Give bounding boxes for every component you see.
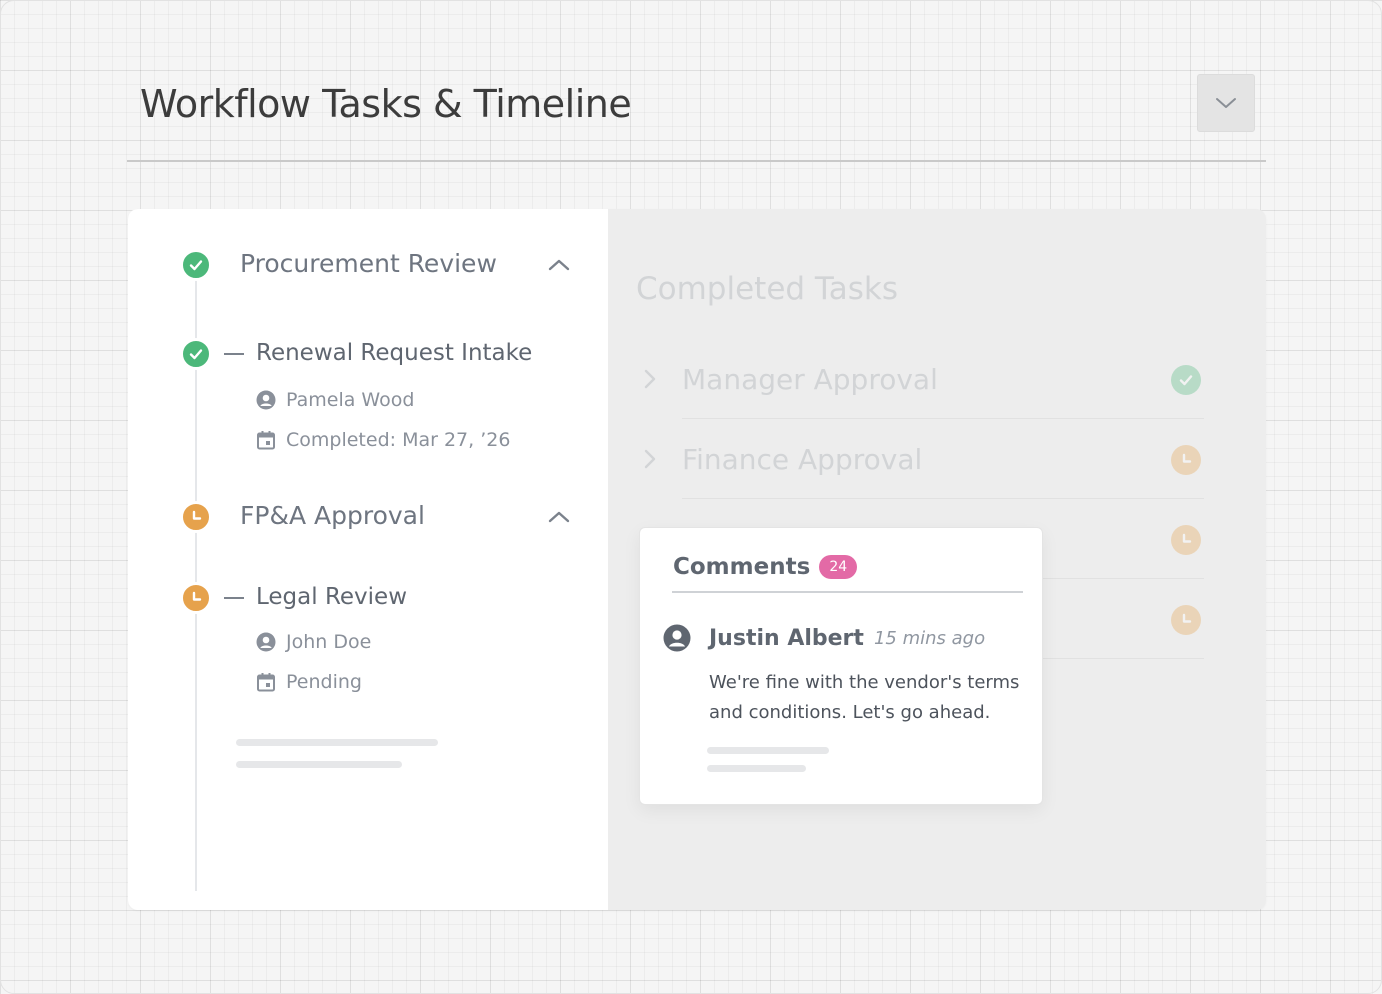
comment-timestamp: 15 mins ago (873, 627, 986, 649)
completed-tasks-title: Completed Tasks (636, 271, 898, 307)
user-icon (256, 390, 276, 410)
comment-author[interactable]: Justin Albert (709, 626, 864, 651)
pending-status-icon (1171, 525, 1201, 555)
comments-header: Comments 24 (673, 554, 858, 580)
collapse-group-button[interactable] (546, 256, 572, 274)
completed-task-label: Finance Approval (682, 443, 923, 476)
loading-placeholder (236, 739, 438, 746)
completed-status-icon (1171, 365, 1201, 395)
chevron-down-icon (1215, 96, 1237, 110)
date-text: Completed: Mar 27, ’26 (286, 429, 511, 451)
timeline-panel: Procurement Review Renewal Request Intak… (128, 209, 608, 910)
comments-count-badge: 24 (819, 555, 858, 579)
task-title-renewal-request-intake[interactable]: Renewal Request Intake (256, 340, 532, 366)
comments-divider (672, 591, 1023, 593)
completed-task-row[interactable]: Finance Approval (636, 419, 1204, 499)
chevron-up-icon (547, 510, 571, 524)
pending-status-icon (1171, 605, 1201, 635)
page-title: Workflow Tasks & Timeline (140, 82, 632, 126)
loading-placeholder (236, 761, 402, 768)
task-assignee: John Doe (256, 631, 371, 653)
completed-tasks-panel: Completed Tasks Manager Approval Finance… (608, 209, 1266, 910)
completed-status-icon (180, 338, 212, 370)
comment-body: We're fine with the vendor's terms and c… (709, 672, 1020, 723)
task-connector (224, 597, 244, 599)
assignee-name: Pamela Wood (286, 389, 415, 411)
collapse-group-button[interactable] (546, 508, 572, 526)
loading-placeholder (707, 765, 806, 772)
comments-title: Comments (673, 554, 811, 580)
completed-task-label: Manager Approval (682, 363, 938, 396)
completed-status-icon (180, 249, 212, 281)
task-date: Completed: Mar 27, ’26 (256, 429, 510, 451)
pending-status-icon (1171, 445, 1201, 475)
comment-author-row: Justin Albert 15 mins ago (663, 624, 985, 652)
comments-card: Comments 24 Justin Albert 15 mins ago We… (639, 527, 1043, 805)
assignee-name: John Doe (286, 631, 372, 653)
user-icon (256, 632, 276, 652)
date-text: Pending (286, 671, 362, 693)
task-title-legal-review[interactable]: Legal Review (256, 584, 407, 610)
chevron-up-icon (547, 258, 571, 272)
loading-placeholder (707, 747, 829, 754)
completed-task-row[interactable]: Manager Approval (636, 339, 1204, 419)
group-title-fpa-approval[interactable]: FP&A Approval (240, 501, 425, 530)
task-date: Pending (256, 671, 362, 693)
pending-status-icon (180, 582, 212, 614)
group-title-procurement-review[interactable]: Procurement Review (240, 249, 497, 278)
calendar-icon (256, 430, 276, 450)
chevron-right-icon (644, 369, 656, 393)
chevron-right-icon (644, 449, 656, 473)
calendar-icon (256, 672, 276, 692)
pending-status-icon (180, 501, 212, 533)
workflow-card: Procurement Review Renewal Request Intak… (128, 209, 1266, 910)
header-divider (127, 160, 1266, 162)
task-assignee: Pamela Wood (256, 389, 414, 411)
collapse-button[interactable] (1197, 74, 1255, 132)
task-connector (224, 353, 244, 355)
avatar-icon (663, 624, 691, 652)
